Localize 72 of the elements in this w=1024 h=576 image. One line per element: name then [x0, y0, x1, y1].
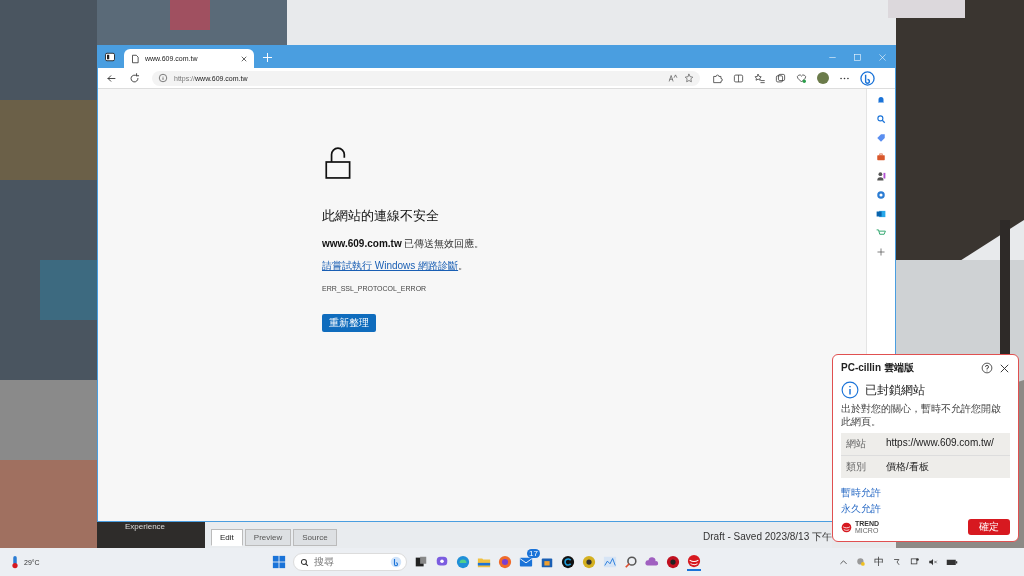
collections-icon[interactable] — [775, 72, 786, 84]
fox-icon[interactable] — [498, 555, 512, 569]
help-icon[interactable] — [981, 362, 993, 374]
windows-icon[interactable] — [272, 555, 286, 569]
chat-icon[interactable] — [435, 555, 449, 569]
sentence-end: 。 — [458, 259, 469, 273]
notification-message: 出於對您的關心，暫時不允許您開啟此網頁。 — [841, 403, 1002, 428]
edge-icon[interactable] — [456, 555, 470, 569]
heart-icon[interactable] — [796, 72, 807, 84]
office-icon[interactable] — [876, 190, 886, 200]
cloud-icon[interactable] — [645, 555, 659, 569]
row-label: 網站 — [846, 437, 867, 451]
input-mode-icon[interactable] — [892, 557, 902, 567]
diagnostics-link[interactable]: 請嘗試執行 Windows 網路診斷 — [322, 259, 459, 273]
chat-logo-icon[interactable] — [860, 70, 875, 86]
record-icon[interactable] — [666, 555, 680, 569]
row-value: https://www.609.com.tw/ — [886, 437, 994, 450]
input-method[interactable]: 中 — [874, 555, 884, 569]
read-aloud-icon[interactable] — [668, 73, 678, 83]
person-icon[interactable] — [876, 171, 886, 181]
add-icon[interactable] — [876, 247, 886, 257]
sidebar-text: Experience — [125, 522, 166, 531]
new-tab-icon[interactable] — [262, 51, 273, 63]
cart-icon[interactable] — [876, 228, 886, 238]
task-view-icon[interactable] — [414, 555, 428, 569]
unread-count: 17 — [527, 549, 540, 558]
puzzle-icon[interactable] — [712, 72, 723, 84]
editor-tab[interactable]: Edit — [211, 529, 243, 546]
avatar[interactable] — [817, 72, 829, 84]
refresh-icon[interactable] — [129, 72, 140, 84]
app-name: PC-cillin 雲端版 — [841, 361, 915, 375]
refresh-button[interactable]: 重新整理 — [322, 314, 376, 332]
search-icon — [300, 557, 309, 567]
allow-link[interactable]: 暫時允許 — [841, 486, 881, 500]
chart-icon[interactable] — [603, 555, 617, 569]
info-icon — [841, 381, 859, 399]
error-message: www.609.com.tw 已傳送無效回應。 — [322, 237, 485, 251]
row-value: 價格/看板 — [886, 460, 929, 474]
info-icon[interactable] — [158, 73, 168, 83]
toolbox-icon[interactable] — [876, 152, 886, 162]
editor-tab[interactable]: Preview — [244, 529, 292, 546]
tag-icon[interactable] — [876, 133, 886, 143]
ball-logo-icon — [841, 521, 852, 533]
monitor-icon[interactable] — [910, 557, 920, 567]
row-label: 類別 — [846, 460, 867, 474]
allow-link[interactable]: 永久允許 — [841, 502, 881, 516]
search-field[interactable]: 搜尋 — [293, 553, 407, 571]
chat-logo-icon[interactable] — [390, 556, 402, 568]
magnifier-icon[interactable] — [624, 555, 638, 569]
confirm-button[interactable]: 確定 — [968, 519, 1010, 535]
notification-title: 已封鎖網站 — [865, 381, 925, 399]
weather-icon[interactable] — [856, 557, 866, 567]
disc-icon[interactable] — [582, 555, 596, 569]
c-logo-icon[interactable] — [561, 555, 575, 569]
bell-icon[interactable] — [876, 95, 886, 105]
close-icon[interactable] — [240, 54, 248, 63]
ball-logo-icon[interactable] — [687, 553, 701, 568]
search-icon[interactable] — [876, 114, 886, 124]
page-icon — [130, 53, 140, 64]
favorites-icon[interactable] — [754, 72, 765, 84]
error-heading: 此網站的連線不安全 — [322, 207, 439, 225]
star-icon[interactable] — [684, 73, 694, 83]
editor-tab[interactable]: Source — [293, 529, 337, 546]
mail-icon[interactable] — [519, 555, 533, 569]
save-status: Draft - Saved 2023/8/13 下午 — [703, 530, 832, 544]
mail-app-icon[interactable] — [876, 209, 886, 219]
split-screen-icon[interactable] — [733, 72, 744, 84]
chevron-up-icon[interactable] — [839, 557, 848, 567]
speaker-muted-icon[interactable] — [928, 557, 938, 567]
close-icon[interactable] — [999, 362, 1010, 374]
tab-actions-icon[interactable] — [104, 51, 116, 63]
back-icon[interactable] — [106, 72, 117, 84]
